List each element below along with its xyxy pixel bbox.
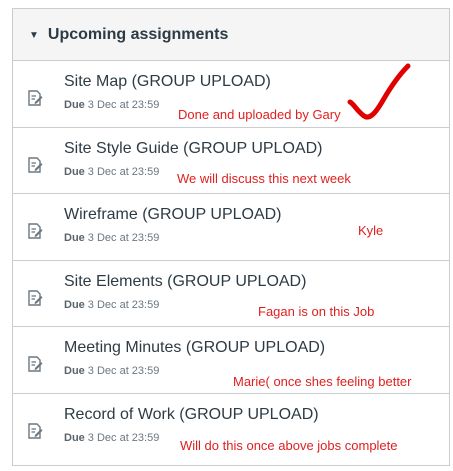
assignment-row: Wireframe (GROUP UPLOAD) Due 3 Dec at 23:… [13,194,449,261]
assignment-title-link[interactable]: Site Elements (GROUP UPLOAD) [64,273,306,291]
assignment-icon [28,422,43,439]
assignment-icon [28,289,43,306]
assignment-icon [28,90,43,106]
annotation-note: Fagan is on this Job [258,304,375,319]
assignment-due-date: Due 3 Dec at 23:59 [64,232,160,244]
assignment-due-date: Due 3 Dec at 23:59 [64,298,160,311]
assignment-icon [28,156,43,173]
annotation-note: Done and uploaded by Gary [178,107,341,122]
annotation-note: Will do this once above jobs complete [180,438,398,453]
section-title: Upcoming assignments [47,25,229,43]
assignment-title-link[interactable]: Meeting Minutes (GROUP UPLOAD) [64,339,325,357]
assignment-due-date: Due 3 Dec at 23:59 [64,365,160,377]
assignment-title-link[interactable]: Site Style Guide (GROUP UPLOAD) [64,140,322,158]
annotation-note: Kyle [358,223,384,238]
assignment-icon [28,356,43,372]
assignment-due-date: Due 3 Dec at 23:59 [64,99,160,111]
upcoming-assignments-toggle[interactable]: ▼ Upcoming assignments [13,9,449,61]
red-checkmark-icon [347,63,411,120]
annotation-note: We will discuss this next week [177,171,351,186]
assignment-title-link[interactable]: Wireframe (GROUP UPLOAD) [64,206,282,224]
assignment-icon [28,223,43,239]
assignment-due-date: Due 3 Dec at 23:59 [64,431,160,444]
assignment-due-date: Due 3 Dec at 23:59 [64,165,160,178]
annotation-note: Marie( once shes feeling better [233,374,412,389]
assignment-title-link[interactable]: Site Map (GROUP UPLOAD) [64,73,271,91]
caret-down-icon: ▼ [29,29,39,41]
assignment-row: Site Elements (GROUP UPLOAD) Due 3 Dec at… [13,260,449,327]
assignment-title-link[interactable]: Record of Work (GROUP UPLOAD) [64,406,319,424]
